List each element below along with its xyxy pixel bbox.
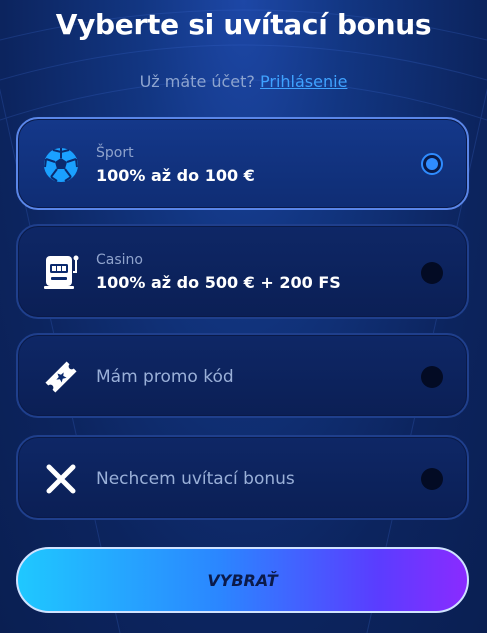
radio-selected[interactable] [421, 153, 443, 175]
option-label: Nechcem uvítací bonus [96, 469, 295, 489]
option-caption: Šport [96, 145, 134, 161]
ticket-icon [42, 358, 80, 396]
option-label: Mám promo kód [96, 367, 234, 387]
bonus-option-casino[interactable]: Casino 100% až do 500 € + 200 FS [16, 224, 469, 319]
radio-unselected[interactable] [421, 262, 443, 284]
soccer-ball-icon [42, 146, 80, 184]
radio-unselected[interactable] [421, 366, 443, 388]
page-title: Vyberte si uvítací bonus [55, 8, 432, 41]
option-value: 100% až do 100 € [96, 166, 255, 185]
login-prompt-text: Už máte účet? [139, 72, 255, 91]
select-button[interactable]: VYBRAŤ [16, 547, 469, 613]
bonus-option-sport[interactable]: Šport 100% až do 100 € [16, 117, 469, 210]
slot-machine-icon [42, 252, 80, 290]
login-prompt-row: Už máte účet? Prihlásenie [0, 72, 487, 91]
login-link[interactable]: Prihlásenie [260, 72, 347, 91]
bonus-option-no-bonus[interactable]: Nechcem uvítací bonus [16, 435, 469, 520]
radio-dot [426, 158, 438, 170]
option-value: 100% až do 500 € + 200 FS [96, 273, 341, 292]
radio-unselected[interactable] [421, 468, 443, 490]
option-caption: Casino [96, 252, 143, 268]
close-icon [42, 460, 80, 498]
bonus-option-promo-code[interactable]: Mám promo kód [16, 333, 469, 418]
